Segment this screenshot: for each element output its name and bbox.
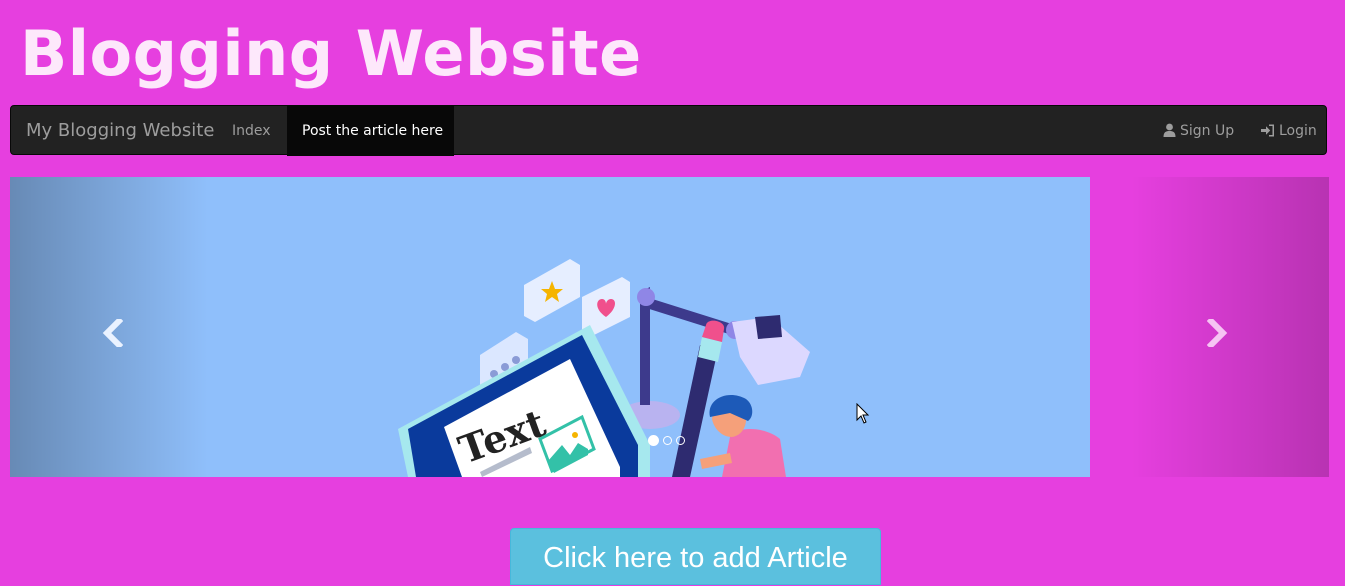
user-icon <box>1163 123 1176 137</box>
carousel-indicator-1[interactable] <box>648 435 659 446</box>
nav-link-login[interactable]: Login <box>1246 106 1332 156</box>
carousel-prev-button[interactable] <box>10 177 208 477</box>
login-icon <box>1261 124 1274 137</box>
carousel-indicator-2[interactable] <box>663 436 672 445</box>
nav-link-sign-up[interactable]: Sign Up <box>1148 106 1249 156</box>
navbar: My Blogging Website Index Post the artic… <box>10 105 1327 156</box>
login-label: Login <box>1279 123 1317 139</box>
person-illustration <box>700 395 786 477</box>
carousel-next-button[interactable] <box>1131 177 1329 477</box>
image-carousel: Text <box>10 177 1329 477</box>
carousel-indicators <box>648 430 689 446</box>
nav-link-index[interactable]: Index <box>217 106 286 156</box>
mouse-cursor-icon <box>856 403 870 424</box>
pencil-illustration <box>672 320 725 477</box>
sign-up-label: Sign Up <box>1180 123 1235 139</box>
add-article-button[interactable]: Click here to add Article <box>510 528 881 585</box>
chevron-left-icon <box>102 319 123 347</box>
site-title: Blogging Website <box>20 17 642 90</box>
carousel-indicator-3[interactable] <box>676 436 685 445</box>
star-bubble-icon <box>524 259 580 322</box>
nav-link-post-article[interactable]: Post the article here <box>287 106 454 156</box>
navbar-brand[interactable]: My Blogging Website <box>26 106 214 156</box>
chevron-right-icon <box>1207 319 1228 347</box>
